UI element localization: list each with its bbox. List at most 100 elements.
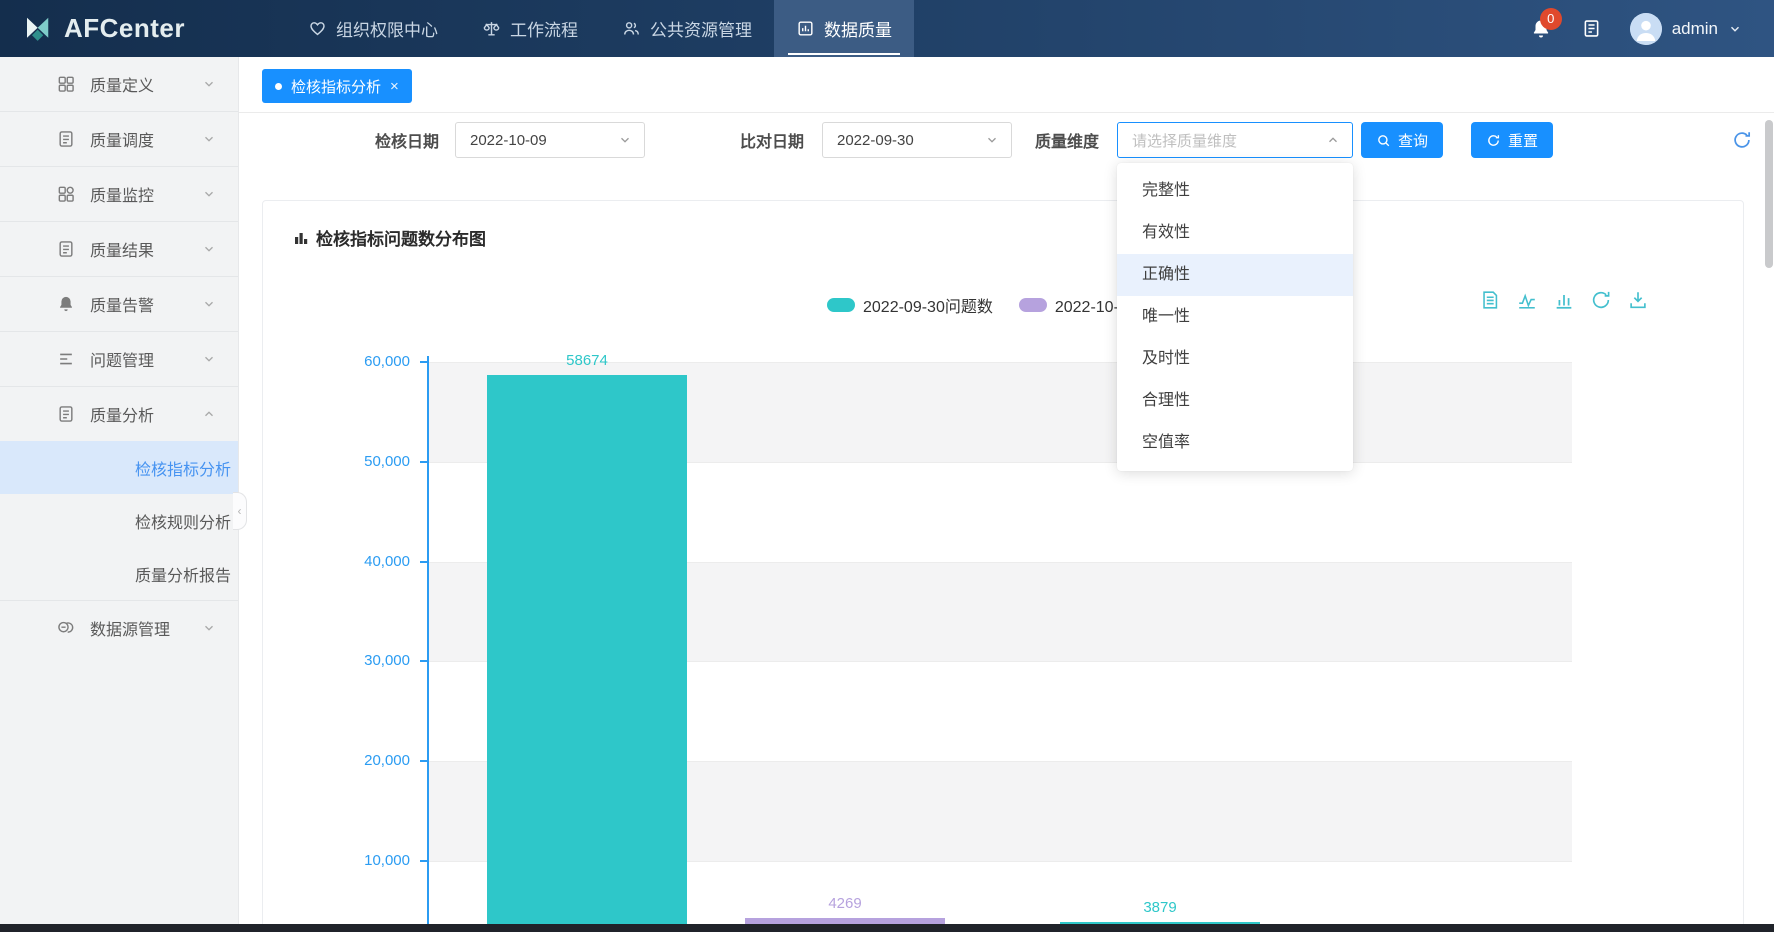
scales-icon: [482, 19, 501, 38]
dropdown-option-uniqueness[interactable]: 唯一性: [1117, 296, 1353, 338]
sidebar-item-quality-definition[interactable]: 质量定义: [0, 57, 238, 111]
document-icon: [56, 239, 76, 259]
bar-value-label: 3879: [1060, 899, 1260, 916]
nav-item-label: 公共资源管理: [650, 16, 752, 41]
y-axis-tick-label: 30,000: [320, 652, 410, 669]
chevron-down-icon: [202, 621, 216, 635]
chart-card: 检核指标问题数分布图 2022-09-30问题数 2022-10-09问题数: [262, 200, 1744, 932]
y-axis-line: [427, 356, 429, 932]
chevron-down-icon: [985, 133, 999, 147]
username: admin: [1672, 19, 1718, 39]
compare-date-value: 2022-09-30: [837, 132, 985, 149]
compare-date-label: 比对日期: [740, 113, 804, 167]
notification-badge: 0: [1540, 8, 1562, 30]
database-icon: [56, 618, 76, 638]
user-menu[interactable]: admin: [1630, 13, 1742, 45]
notification-bell-icon[interactable]: 0: [1529, 17, 1553, 41]
quality-dimension-select[interactable]: 请选择质量维度: [1117, 122, 1353, 158]
grid-icon: [56, 74, 76, 94]
chart-board-icon: [796, 19, 815, 38]
sidebar-subitem-label: 检核指标分析: [135, 456, 231, 480]
query-button-label: 查询: [1398, 130, 1428, 151]
y-axis-tick-label: 50,000: [320, 453, 410, 470]
chevron-down-icon: [618, 133, 632, 147]
document-icon: [56, 129, 76, 149]
tab-bar: 检核指标分析 ×: [239, 57, 1774, 113]
dropdown-option-validity[interactable]: 有效性: [1117, 212, 1353, 254]
nav-item-public-resources[interactable]: 公共资源管理: [600, 0, 774, 57]
sidebar-item-quality-alerts[interactable]: 质量告警: [0, 277, 238, 331]
tab-label: 检核指标分析: [291, 76, 381, 97]
y-axis-tick-label: 20,000: [320, 752, 410, 769]
dropdown-option-completeness[interactable]: 完整性: [1117, 170, 1353, 212]
grid-circle-icon: [56, 184, 76, 204]
document-icon: [56, 404, 76, 424]
bottom-edge-strip: [0, 924, 1774, 932]
quality-dimension-label: 质量维度: [1035, 113, 1099, 167]
reset-button[interactable]: 重置: [1471, 122, 1553, 158]
brand[interactable]: AFCenter: [0, 0, 250, 57]
quality-dimension-placeholder: 请选择质量维度: [1132, 130, 1326, 151]
check-date-label: 检核日期: [375, 113, 439, 167]
bar-value-label: 4269: [745, 895, 945, 912]
quality-dimension-dropdown: 完整性 有效性 正确性 唯一性 及时性 合理性 空值率: [1117, 163, 1353, 471]
chevron-down-icon: [202, 77, 216, 91]
chevron-down-icon: [202, 132, 216, 146]
y-axis-tick-label: 60,000: [320, 353, 410, 370]
query-button[interactable]: 查询: [1361, 122, 1443, 158]
nav-item-label: 工作流程: [510, 16, 578, 41]
nav-item-data-quality[interactable]: 数据质量: [774, 0, 914, 57]
y-axis-tick-label: 10,000: [320, 852, 410, 869]
sidebar-item-quality-analysis[interactable]: 质量分析: [0, 387, 238, 441]
nav-item-workflow[interactable]: 工作流程: [460, 0, 600, 57]
sidebar-subitem-quality-analysis-report[interactable]: 质量分析报告: [0, 547, 238, 600]
app-root: AFCenter 组织权限中心 工作流程: [0, 0, 1774, 932]
afcenter-logo-icon: [22, 14, 52, 44]
document-log-icon[interactable]: [1581, 18, 1602, 39]
y-axis-tick-label: 40,000: [320, 553, 410, 570]
brand-name: AFCenter: [64, 13, 185, 44]
heart-icon: [308, 19, 327, 38]
sidebar-item-issue-management[interactable]: 问题管理: [0, 332, 238, 386]
sidebar-item-quality-monitoring[interactable]: 质量监控: [0, 167, 238, 221]
tab-close-icon[interactable]: ×: [390, 78, 399, 95]
chevron-down-icon: [202, 187, 216, 201]
chevron-down-icon: [1728, 22, 1742, 36]
filter-bar: 检核日期 2022-10-09 比对日期 2022-09-30 质量维度 请选择…: [239, 113, 1774, 167]
compare-date-select[interactable]: 2022-09-30: [822, 122, 1012, 158]
sidebar: 质量定义 质量调度: [0, 57, 239, 924]
chevron-down-icon: [202, 352, 216, 366]
avatar: [1630, 13, 1662, 45]
tab-check-indicator-analysis[interactable]: 检核指标分析 ×: [262, 69, 412, 103]
nav-right: 0 admin: [1529, 0, 1774, 57]
nav-item-org-permissions[interactable]: 组织权限中心: [286, 0, 460, 57]
bell-icon: [56, 294, 76, 314]
dropdown-option-reasonableness[interactable]: 合理性: [1117, 380, 1353, 422]
sidebar-subitem-label: 检核规则分析: [135, 509, 231, 533]
nav-item-label: 组织权限中心: [336, 16, 438, 41]
dropdown-option-timeliness[interactable]: 及时性: [1117, 338, 1353, 380]
sidebar-subitem-check-indicator-analysis[interactable]: 检核指标分析: [0, 441, 238, 494]
reset-button-label: 重置: [1508, 130, 1538, 151]
sidebar-collapse-handle[interactable]: ‹: [233, 492, 247, 530]
sidebar-subitem-check-rule-analysis[interactable]: 检核规则分析: [0, 494, 238, 547]
sidebar-item-quality-results[interactable]: 质量结果: [0, 222, 238, 276]
nav-menu: 组织权限中心 工作流程: [286, 0, 914, 57]
page-refresh-icon[interactable]: [1731, 129, 1753, 151]
vertical-scrollbar[interactable]: [1765, 120, 1773, 268]
chevron-up-icon: [202, 407, 216, 421]
nav-item-label: 数据质量: [824, 16, 892, 41]
tab-active-dot: [275, 83, 282, 90]
bar-value-label: 58674: [487, 352, 687, 369]
sidebar-item-quality-scheduling[interactable]: 质量调度: [0, 112, 238, 166]
sidebar-subitem-label: 质量分析报告: [135, 562, 231, 586]
reset-refresh-icon: [1486, 133, 1501, 148]
check-date-select[interactable]: 2022-10-09: [455, 122, 645, 158]
chevron-down-icon: [202, 242, 216, 256]
dropdown-option-correctness[interactable]: 正确性: [1117, 254, 1353, 296]
people-icon: [622, 19, 641, 38]
chevron-down-icon: [202, 297, 216, 311]
bar: [487, 375, 687, 932]
dropdown-option-null-rate[interactable]: 空值率: [1117, 422, 1353, 464]
sidebar-item-datasource-management[interactable]: 数据源管理: [0, 601, 238, 655]
